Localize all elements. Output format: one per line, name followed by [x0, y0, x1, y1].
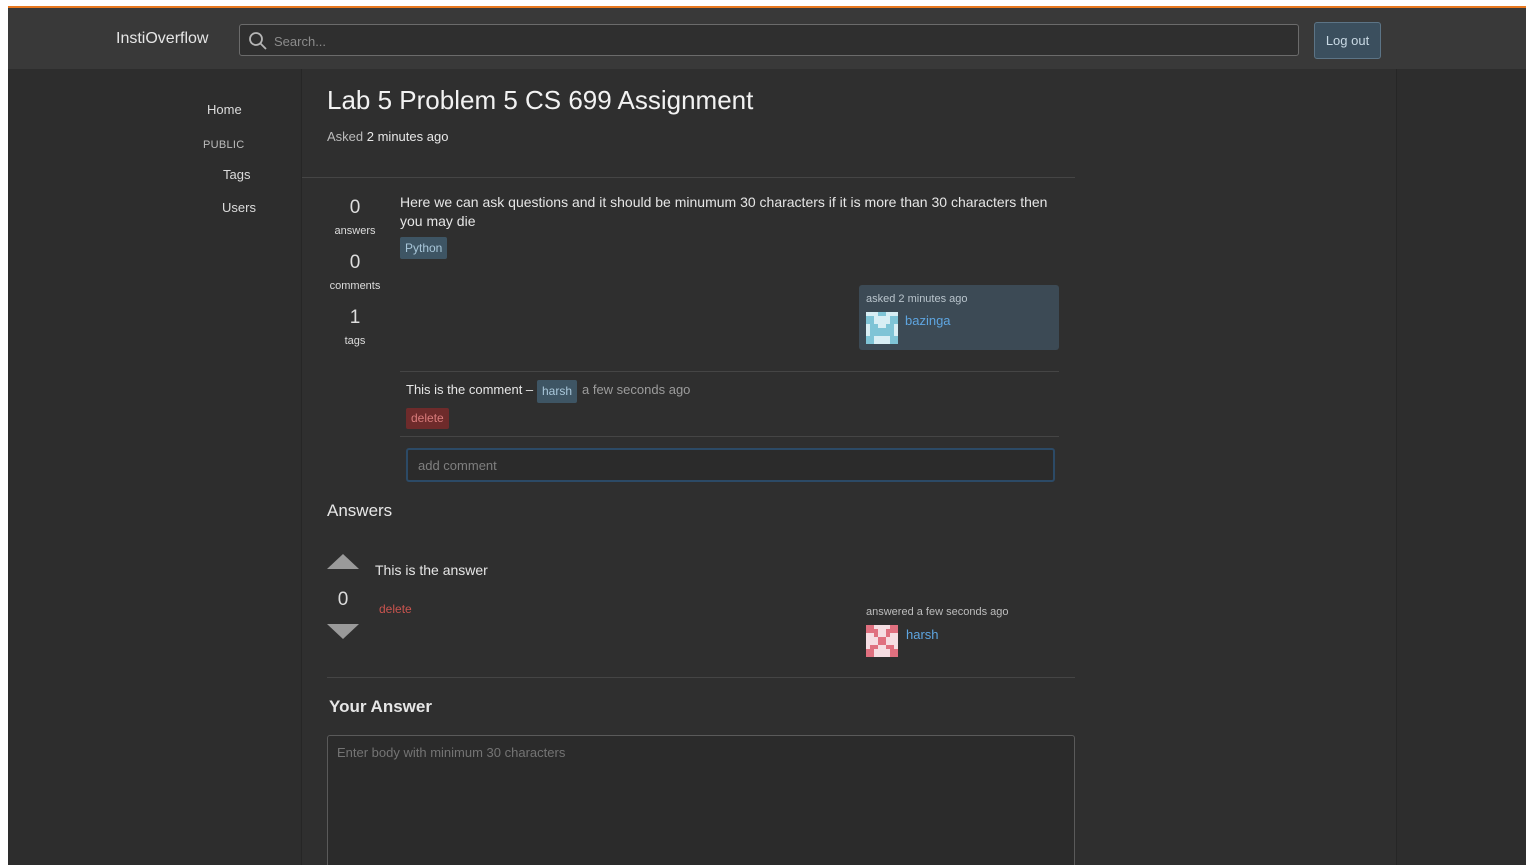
left-sidebar: Home PUBLIC Tags Users [8, 69, 301, 865]
brand-logo[interactable]: InstiOverflow [116, 30, 208, 48]
answer-vote-count: 0 [337, 589, 349, 610]
asked-prefix: Asked [327, 129, 364, 144]
avatar[interactable] [866, 625, 898, 657]
stat-answers-count: 0 [349, 197, 361, 218]
comment-user-link[interactable]: harsh [537, 380, 578, 403]
upvote-arrow-icon[interactable] [327, 554, 359, 569]
logout-button[interactable]: Log out [1314, 22, 1381, 59]
add-comment-input[interactable] [406, 448, 1055, 482]
search-box[interactable] [239, 24, 1299, 57]
downvote-arrow-icon[interactable] [327, 624, 359, 639]
question-main-panel: Lab 5 Problem 5 CS 699 Assignment Asked … [301, 69, 1397, 865]
sidebar-item-home[interactable]: Home [207, 102, 242, 117]
sidebar-section-public: PUBLIC [203, 139, 245, 151]
answers-heading: Answers [327, 501, 393, 520]
right-gutter [1397, 69, 1526, 865]
delete-comment-button[interactable]: delete [406, 408, 449, 429]
stat-comments: 0 comments [320, 252, 390, 292]
answer-username-link[interactable]: harsh [906, 627, 939, 642]
owner-username-link[interactable]: bazinga [905, 313, 951, 328]
divider [302, 177, 1075, 178]
stat-tags-count: 1 [349, 307, 361, 328]
comment-text: This is the comment – [406, 382, 534, 397]
question-body: Here we can ask questions and it should … [400, 194, 1048, 229]
top-navbar: InstiOverflow Log out [8, 6, 1526, 69]
delete-answer-button[interactable]: delete [379, 602, 412, 616]
avatar[interactable] [866, 312, 898, 344]
sidebar-item-users[interactable]: Users [222, 200, 256, 215]
divider [327, 677, 1075, 678]
divider [400, 371, 1059, 372]
asked-info: Asked 2 minutes ago [327, 129, 448, 144]
comment-time: a few seconds ago [582, 382, 691, 397]
stat-comments-label: comments [329, 280, 381, 292]
answered-time: answered a few seconds ago [866, 606, 1009, 618]
search-input[interactable] [272, 25, 1286, 57]
divider [400, 436, 1059, 437]
owner-asked-time: asked 2 minutes ago [866, 293, 968, 305]
stat-tags: 1 tags [320, 307, 390, 347]
asked-time: 2 minutes ago [366, 129, 449, 144]
question-title: Lab 5 Problem 5 CS 699 Assignment [327, 85, 754, 115]
your-answer-heading: Your Answer [329, 697, 432, 716]
tag-python[interactable]: Python [400, 237, 448, 259]
stat-comments-count: 0 [349, 252, 361, 273]
stat-answers-label: answers [334, 225, 376, 237]
app-frame: InstiOverflow Log out Home PUBLIC Tags U… [8, 6, 1526, 865]
stat-answers: 0 answers [320, 197, 390, 237]
search-icon [249, 32, 267, 50]
answer-body-textarea[interactable] [327, 735, 1075, 865]
sidebar-item-tags[interactable]: Tags [223, 167, 250, 182]
question-owner-card: asked 2 minutes ago bazinga [859, 285, 1059, 350]
stat-tags-label: tags [344, 335, 366, 347]
answer-body: This is the answer [375, 562, 488, 578]
